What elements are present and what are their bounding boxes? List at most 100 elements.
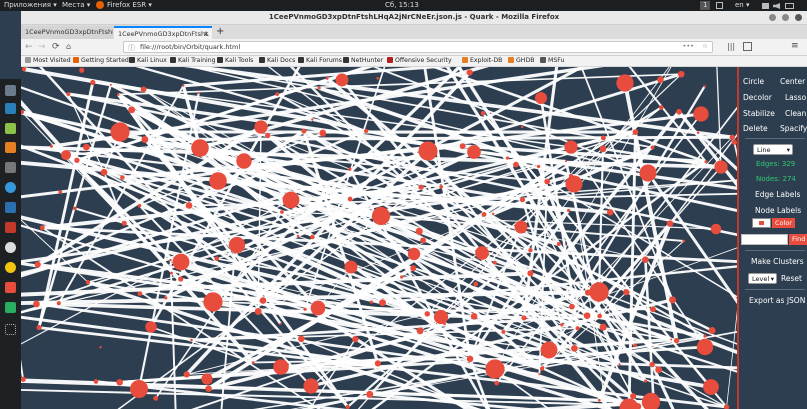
graph-node[interactable] [172, 253, 190, 271]
tool-icon[interactable] [5, 162, 16, 173]
bookmark-item[interactable]: MSFu [540, 57, 564, 64]
graph-node[interactable] [141, 136, 149, 143]
graph-node[interactable] [485, 359, 505, 379]
graph-node[interactable] [121, 220, 127, 226]
graph-node[interactable] [205, 385, 212, 392]
library-icon[interactable]: ||| [727, 42, 735, 51]
graph-node[interactable] [90, 79, 96, 86]
graph-node[interactable] [459, 143, 466, 150]
bookmark-item[interactable]: Kali Tools [217, 57, 253, 64]
graph-node[interactable] [666, 220, 674, 227]
graph-node[interactable] [85, 280, 91, 285]
graph-node[interactable] [209, 172, 227, 190]
graph-node[interactable] [93, 379, 99, 384]
graph-node[interactable] [415, 227, 423, 235]
graph-node[interactable] [527, 270, 534, 277]
graph-node[interactable] [519, 197, 526, 203]
graph-node[interactable] [191, 139, 209, 157]
graph-node[interactable] [520, 125, 524, 129]
graph-node[interactable] [56, 301, 61, 306]
graph-node[interactable] [366, 390, 374, 398]
graph-node[interactable] [99, 345, 102, 349]
terminal-icon[interactable] [5, 103, 16, 114]
graph-node[interactable] [325, 76, 329, 80]
graph-node[interactable] [424, 311, 431, 317]
graph-node[interactable] [521, 315, 527, 321]
graph-node[interactable] [21, 67, 27, 72]
graph-node[interactable] [410, 265, 417, 272]
graph-node[interactable] [655, 366, 663, 374]
graph-node[interactable] [568, 173, 574, 178]
graph-node[interactable] [182, 84, 185, 87]
graph-node[interactable] [616, 74, 634, 92]
cherrytree-icon[interactable] [5, 282, 16, 293]
graph-node[interactable] [369, 300, 374, 304]
graph-node[interactable] [345, 404, 350, 409]
graph-node[interactable] [117, 93, 120, 96]
tab-2[interactable]: 1CeePVnmoGD3xpDtnFtshL ✕ [114, 26, 212, 39]
graph-node[interactable] [180, 264, 184, 268]
bookmark-item[interactable]: Kali Linux [129, 57, 167, 64]
graph-node[interactable] [228, 236, 246, 254]
graph-node[interactable] [618, 363, 621, 366]
layout-select[interactable]: Line ▾ [753, 144, 793, 155]
graph-node[interactable] [564, 160, 567, 163]
graph-node[interactable] [710, 223, 722, 235]
graph-node[interactable] [565, 175, 583, 193]
graph-node[interactable] [153, 395, 159, 401]
graph-node[interactable] [254, 120, 268, 134]
graph-node[interactable] [303, 378, 319, 394]
graph-node[interactable] [599, 323, 607, 331]
graph-node[interactable] [703, 85, 706, 88]
graph-node[interactable] [120, 175, 125, 180]
graph-node[interactable] [538, 373, 541, 376]
graph-node[interactable] [649, 361, 655, 368]
graph-node[interactable] [575, 326, 580, 331]
graph-node[interactable] [514, 220, 528, 234]
bookmark-item[interactable]: Kali Forums [298, 57, 342, 64]
graph-node[interactable] [83, 143, 90, 151]
metasploit-icon[interactable] [5, 202, 16, 213]
tab-1[interactable]: 1CeePVnmoGD3xpDtnFtshL [21, 26, 113, 39]
graph-node[interactable] [36, 325, 42, 331]
center-button[interactable]: Center [780, 77, 805, 86]
graph-node[interactable] [140, 86, 147, 93]
graph-node[interactable] [364, 128, 369, 134]
circle-button[interactable]: Circle [743, 77, 764, 86]
graph-node[interactable] [273, 359, 289, 375]
hamburger-menu-icon[interactable]: ≡ [791, 41, 799, 51]
graph-node[interactable] [39, 225, 45, 231]
graph-node[interactable] [352, 335, 359, 343]
graph-node[interactable] [201, 373, 213, 385]
graph-node[interactable] [492, 212, 495, 215]
graph-node[interactable] [682, 239, 686, 243]
graph-node[interactable] [100, 168, 108, 176]
graph-node[interactable] [589, 282, 609, 302]
graph-node[interactable] [670, 338, 673, 341]
graph-node[interactable] [597, 398, 601, 402]
graph-node[interactable] [416, 327, 424, 335]
graph-node[interactable] [379, 299, 386, 307]
stabilize-button[interactable]: Stabilize [743, 109, 775, 118]
maltego-icon[interactable] [5, 262, 16, 273]
graph-node[interactable] [58, 190, 63, 194]
graph-node[interactable] [537, 164, 541, 169]
graph-node[interactable] [254, 307, 262, 315]
graph-node[interactable] [310, 300, 326, 316]
graph-node[interactable] [657, 76, 664, 83]
spacify-button[interactable]: Spacify [780, 124, 807, 133]
graph-node[interactable] [513, 161, 519, 168]
graph-node[interactable] [297, 335, 305, 343]
graph-node[interactable] [259, 297, 267, 304]
clock[interactable]: Сб, 15:13 [385, 0, 419, 11]
graph-node[interactable] [714, 160, 728, 174]
graph-node[interactable] [34, 261, 41, 268]
accessibility-icon[interactable] [716, 2, 723, 9]
graph-node[interactable] [280, 210, 284, 214]
graph-node[interactable] [236, 153, 252, 169]
graph-node[interactable] [443, 322, 446, 326]
sidebar-icon[interactable] [743, 42, 752, 51]
graph-node[interactable] [74, 157, 80, 163]
graph-node[interactable] [73, 206, 77, 211]
color-button[interactable]: Color [772, 218, 795, 228]
